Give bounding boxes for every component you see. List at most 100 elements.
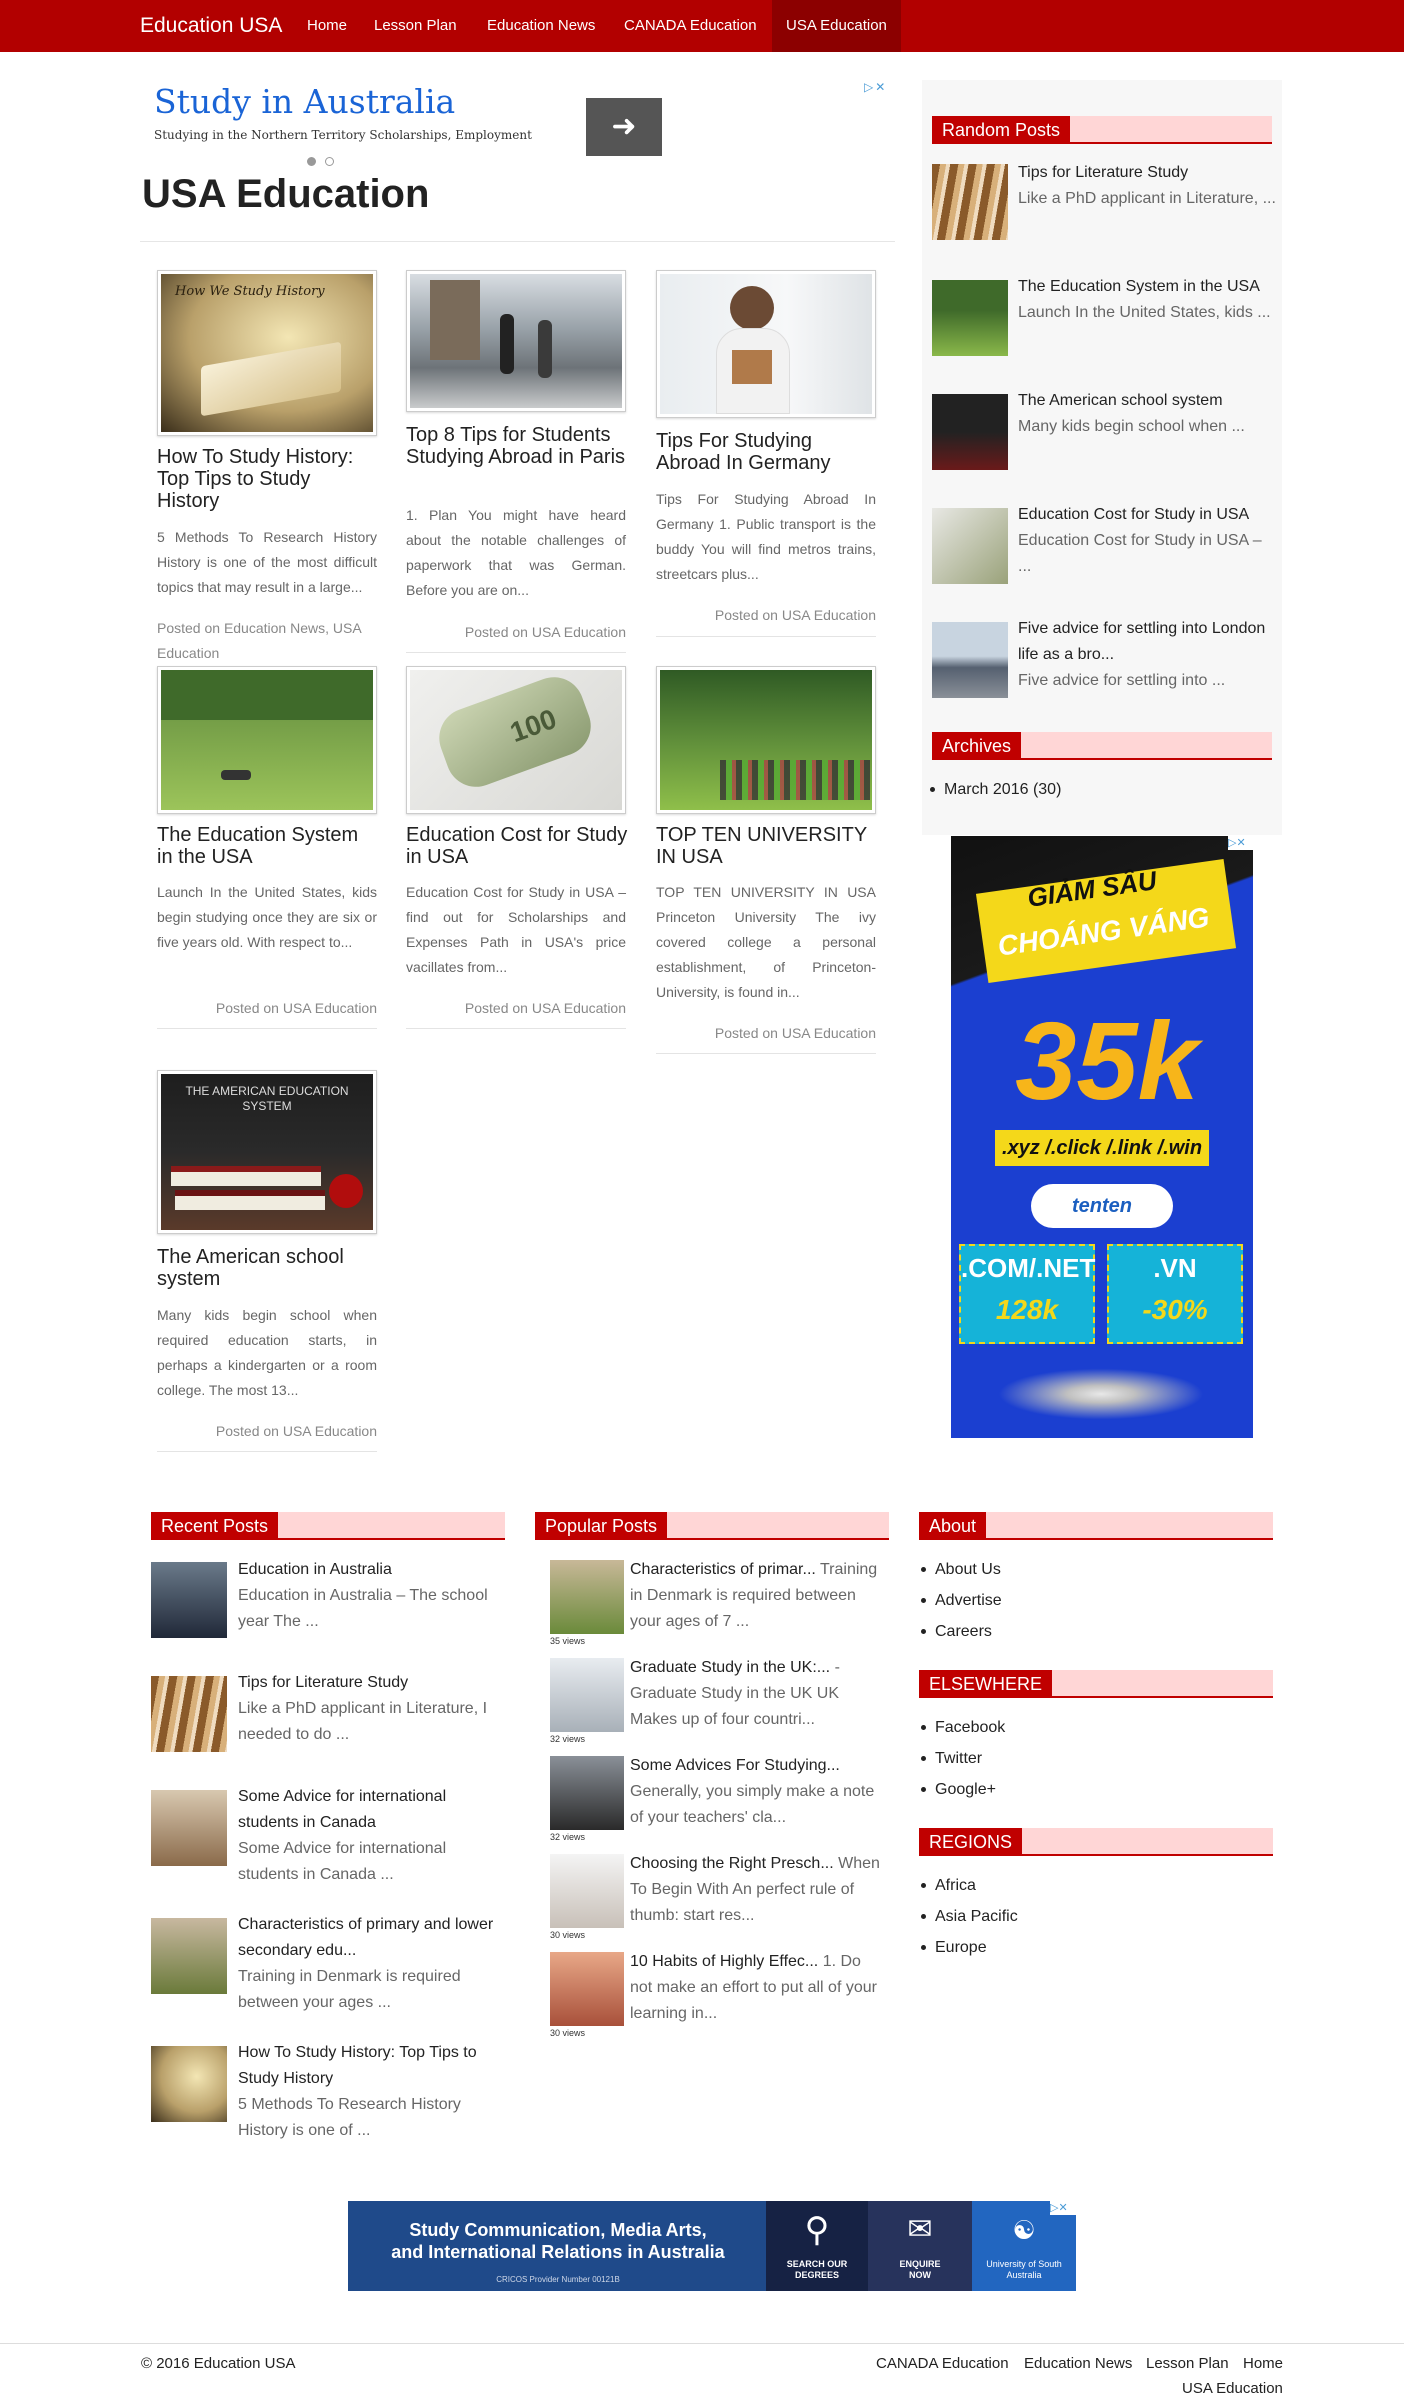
footer-link-usa-education[interactable]: USA Education (1182, 2375, 1283, 2403)
ad-top-title[interactable]: Study in Australia (154, 80, 455, 124)
post-thumbnail[interactable] (157, 666, 377, 814)
post-thumbnail[interactable]: THE AMERICAN EDUCATION SYSTEM (157, 1070, 377, 1234)
post-thumbnail[interactable] (656, 666, 876, 814)
twitter-link[interactable]: Twitter (919, 1743, 1259, 1774)
popular-post-excerpt: Generally, you simply make a note of you… (630, 1783, 875, 1826)
widget-title: Popular Posts (535, 1512, 668, 1540)
adchoices-close-icon[interactable]: ▷✕ (1050, 2201, 1076, 2215)
divider (656, 636, 876, 637)
post-meta[interactable]: Posted on USA Education (157, 1419, 377, 1444)
recent-post-title[interactable]: Education in Australia (238, 1557, 508, 1583)
post-excerpt: 1. Plan You might have heard about the n… (406, 507, 626, 598)
carousel-dot-active[interactable] (307, 157, 316, 166)
ad-bottom-btn3-label: University of South Australia (986, 2259, 1062, 2280)
post-meta[interactable]: Posted on USA Education (406, 620, 626, 645)
arrow-right-icon[interactable]: ➜ (586, 98, 662, 156)
post-meta[interactable]: Posted on Education News, USA Education (157, 616, 377, 666)
post-thumbnail[interactable] (550, 1658, 624, 1732)
popular-post-title[interactable]: Characteristics of primar... (630, 1561, 816, 1578)
post-title[interactable]: The Education System in the USA (157, 824, 377, 868)
popular-post-title[interactable]: Some Advices For Studying... (630, 1757, 840, 1774)
post-thumbnail[interactable]: 100 (406, 666, 626, 814)
post-thumbnail[interactable] (550, 1952, 624, 2026)
recent-post-title[interactable]: Tips for Literature Study (238, 1670, 508, 1696)
google-plus-link[interactable]: Google+ (919, 1774, 1259, 1805)
careers-link[interactable]: Careers (919, 1616, 1259, 1647)
about-us-link[interactable]: About Us (919, 1554, 1259, 1585)
post-meta[interactable]: Posted on USA Education (656, 603, 876, 628)
region-europe-link[interactable]: Europe (919, 1932, 1259, 1963)
post-title[interactable]: Top 8 Tips for Students Studying Abroad … (406, 424, 631, 468)
post-thumbnail[interactable] (550, 1756, 624, 1830)
post-thumbnail[interactable] (932, 164, 1008, 240)
post-meta[interactable]: Posted on USA Education (406, 996, 626, 1021)
ad-banner-bottom[interactable]: Study Communication, Media Arts, and Int… (348, 2201, 1076, 2291)
ad-right-box-com-price: 128k (995, 1294, 1059, 1325)
recent-post-excerpt: Training in Denmark is required between … (238, 1968, 461, 2011)
facebook-link[interactable]: Facebook (919, 1712, 1259, 1743)
post-thumbnail[interactable]: How We Study History (157, 270, 377, 436)
ad-banner-top[interactable]: Study in Australia Studying in the North… (140, 76, 895, 174)
footer-link-lesson-plan[interactable]: Lesson Plan (1146, 2350, 1229, 2378)
adchoices-close-icon[interactable]: ▷✕ (1228, 836, 1254, 850)
footer-link-home[interactable]: Home (1243, 2350, 1283, 2378)
post-thumbnail[interactable] (550, 1560, 624, 1634)
ad-right-people-graphic (981, 1364, 1221, 1424)
post-thumbnail[interactable] (932, 280, 1008, 356)
divider (157, 1451, 377, 1452)
ad-bottom-search-button[interactable]: ⚲ SEARCH OUR DEGREES (766, 2201, 868, 2291)
ad-right-brand: tenten (1031, 1184, 1173, 1228)
nav-canada-education[interactable]: CANADA Education (610, 0, 771, 52)
archive-item[interactable]: March 2016 (30) (928, 774, 1268, 805)
post-meta[interactable]: Posted on USA Education (656, 1021, 876, 1046)
post-thumbnail[interactable] (151, 1790, 227, 1866)
nav-home[interactable]: Home (293, 0, 361, 52)
region-africa-link[interactable]: Africa (919, 1870, 1259, 1901)
adchoices-close-icon[interactable]: ▷✕ (864, 80, 894, 94)
advertise-link[interactable]: Advertise (919, 1585, 1259, 1616)
nav-education-news[interactable]: Education News (473, 0, 609, 52)
random-post-title[interactable]: Tips for Literature Study (1018, 160, 1278, 186)
post-thumbnail[interactable] (151, 2046, 227, 2122)
popular-post-title[interactable]: Graduate Study in the UK:... (630, 1659, 830, 1676)
post-thumbnail[interactable] (932, 394, 1008, 470)
thumb-caption: How We Study History (175, 284, 325, 299)
post-thumbnail[interactable] (932, 622, 1008, 698)
post-title[interactable]: Tips For Studying Abroad In Germany (656, 430, 876, 474)
post-title[interactable]: TOP TEN UNIVERSITY IN USA (656, 824, 881, 868)
random-post-title[interactable]: The American school system (1018, 388, 1278, 414)
post-meta[interactable]: Posted on USA Education (157, 996, 377, 1021)
ad-right-box-vn-label: .VN (1153, 1253, 1197, 1283)
recent-post-title[interactable]: How To Study History: Top Tips to Study … (238, 2040, 508, 2092)
post-thumbnail[interactable] (932, 508, 1008, 584)
random-post-title[interactable]: The Education System in the USA (1018, 274, 1278, 300)
ad-bottom-line-1: Study Communication, Media Arts, (409, 2220, 707, 2240)
nav-lesson-plan[interactable]: Lesson Plan (360, 0, 471, 52)
footer-link-canada-education[interactable]: CANADA Education (876, 2350, 1009, 2378)
recent-post-title[interactable]: Characteristics of primary and lower sec… (238, 1912, 508, 1964)
recent-post-title[interactable]: Some Advice for international students i… (238, 1784, 508, 1836)
carousel-dot[interactable] (325, 157, 334, 166)
post-title[interactable]: How To Study History: Top Tips to Study … (157, 446, 377, 512)
nav-usa-education[interactable]: USA Education (772, 0, 901, 52)
random-post-excerpt: Many kids begin school when ... (1018, 418, 1245, 435)
post-thumbnail[interactable] (151, 1918, 227, 1994)
random-post-excerpt: Five advice for settling into ... (1018, 672, 1226, 689)
post-thumbnail[interactable] (151, 1676, 227, 1752)
ad-right-box-com: .COM/.NET 128k (959, 1244, 1095, 1344)
post-thumbnail[interactable] (656, 270, 876, 418)
random-post-title[interactable]: Five advice for settling into London lif… (1018, 616, 1278, 668)
ad-banner-right[interactable]: GIẢM SÂU CHOÁNG VÁNG 35k .xyz /.click /.… (951, 836, 1253, 1438)
post-thumbnail[interactable] (151, 1562, 227, 1638)
region-asia-pacific-link[interactable]: Asia Pacific (919, 1901, 1259, 1932)
popular-post-title[interactable]: Choosing the Right Presch... (630, 1855, 834, 1872)
post-thumbnail[interactable] (550, 1854, 624, 1928)
ad-bottom-enquire-button[interactable]: ✉ ENQUIRE NOW (868, 2201, 972, 2291)
post-title[interactable]: Education Cost for Study in USA (406, 824, 631, 868)
random-post-title[interactable]: Education Cost for Study in USA (1018, 502, 1278, 528)
post-thumbnail[interactable] (406, 270, 626, 412)
post-title[interactable]: The American school system (157, 1246, 377, 1290)
footer-link-education-news[interactable]: Education News (1024, 2350, 1132, 2378)
popular-post-title[interactable]: 10 Habits of Highly Effec... (630, 1953, 818, 1970)
site-brand[interactable]: Education USA (140, 13, 282, 39)
